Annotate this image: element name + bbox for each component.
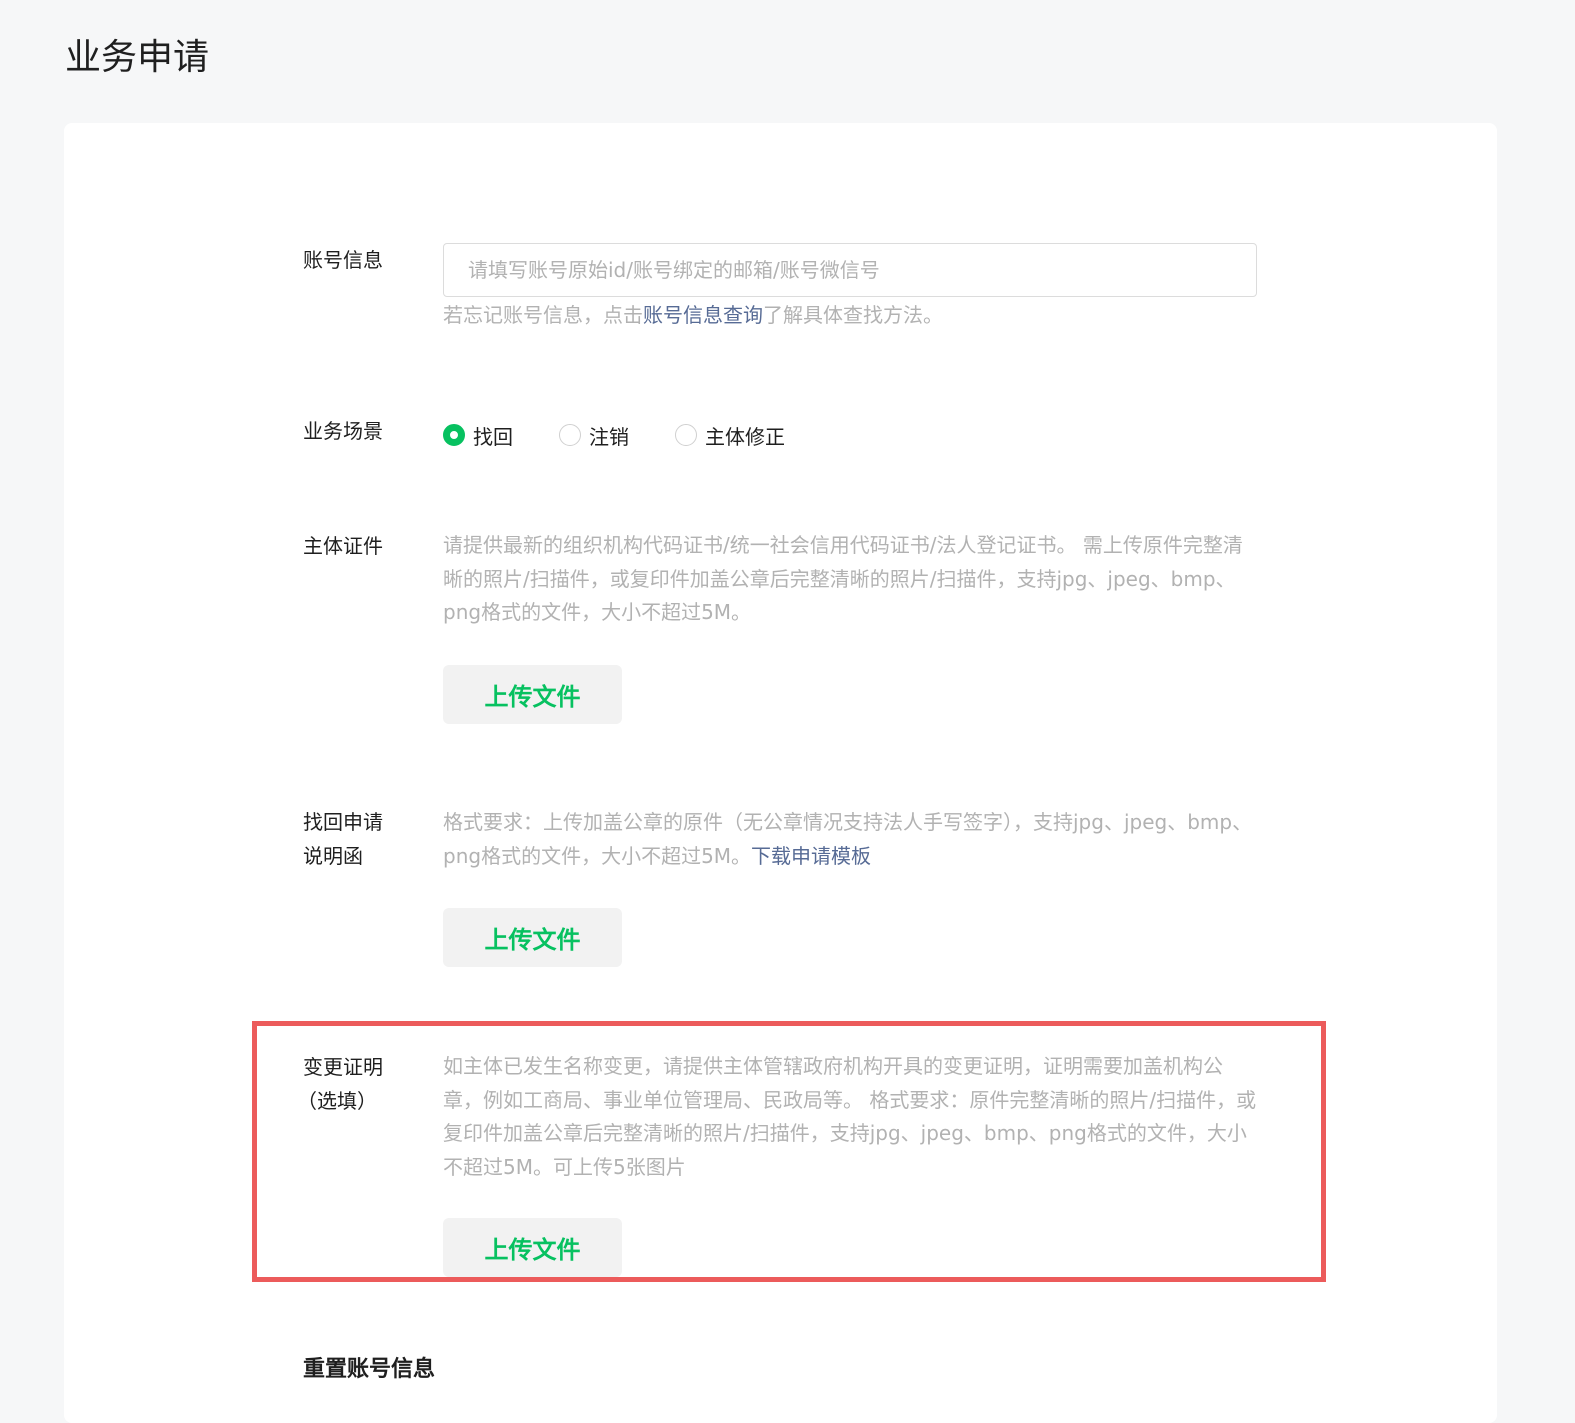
letter-label-line1: 找回申请 [303, 810, 383, 834]
radio-checked-icon [443, 424, 465, 446]
account-label: 账号信息 [303, 248, 383, 272]
account-lookup-link[interactable]: 账号信息查询 [643, 303, 763, 327]
radio-recover[interactable]: 找回 [443, 421, 513, 450]
account-hint: 若忘记账号信息，点击账号信息查询了解具体查找方法。 [443, 299, 1261, 333]
page-title: 业务申请 [65, 37, 210, 78]
radio-entity-correction[interactable]: 主体修正 [675, 421, 785, 450]
account-hint-suffix: 了解具体查找方法。 [763, 303, 943, 327]
radio-cancel[interactable]: 注销 [559, 421, 629, 450]
radio-unchecked-icon [559, 424, 581, 446]
letter-label-line2: 说明函 [303, 844, 363, 868]
change-proof-hint: 如主体已发生名称变更，请提供主体管辖政府机构开具的变更证明，证明需要加盖机构公章… [443, 1054, 1257, 1179]
scenario-radio-group: 找回 注销 主体修正 [443, 417, 831, 453]
change-proof-label: 变更证明 （选填） [297, 1050, 413, 1118]
radio-unchecked-icon [675, 424, 697, 446]
account-input[interactable] [443, 243, 1257, 297]
change-proof-upload-button[interactable]: 上传文件 [443, 1218, 622, 1277]
download-template-link[interactable]: 下载申请模板 [751, 844, 871, 868]
radio-cancel-label: 注销 [589, 424, 629, 449]
letter-hint-wrap: 格式要求：上传加盖公章的原件（无公章情况支持法人手写签字），支持jpg、jpeg… [443, 806, 1261, 873]
certificate-upload-button[interactable]: 上传文件 [443, 665, 622, 724]
reset-section-title: 重置账号信息 [303, 1357, 436, 1382]
letter-label: 找回申请 说明函 [303, 805, 413, 873]
change-proof-hint-wrap: 如主体已发生名称变更，请提供主体管辖政府机构开具的变更证明，证明需要加盖机构公章… [443, 1050, 1261, 1184]
scenario-label: 业务场景 [303, 419, 383, 443]
account-hint-prefix: 若忘记账号信息，点击 [443, 303, 643, 327]
certificate-label: 主体证件 [303, 534, 383, 558]
certificate-hint-wrap: 请提供最新的组织机构代码证书/统一社会信用代码证书/法人登记证书。 需上传原件完… [443, 529, 1261, 630]
change-proof-label-line1: 变更证明 [303, 1055, 383, 1079]
radio-entity-correction-label: 主体修正 [705, 424, 785, 449]
certificate-hint: 请提供最新的组织机构代码证书/统一社会信用代码证书/法人登记证书。 需上传原件完… [443, 533, 1243, 624]
letter-upload-button[interactable]: 上传文件 [443, 908, 622, 967]
change-proof-label-line2: （选填） [297, 1089, 377, 1113]
radio-recover-label: 找回 [473, 424, 513, 449]
